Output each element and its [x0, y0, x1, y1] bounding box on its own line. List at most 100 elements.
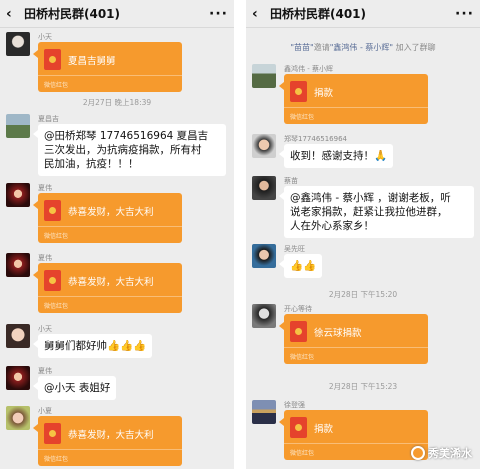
sender-name: 小夏 [38, 407, 52, 415]
message-bubble[interactable]: 舅舅们都好帅👍👍👍 [32, 334, 153, 358]
avatar[interactable] [6, 366, 30, 390]
chat-header: ‹ 田桥村民群(401) ··· [0, 0, 234, 28]
message-line: 说老家捐款，赶紧让我拉他进群， [290, 206, 448, 218]
message-bubble[interactable]: @鑫鸿伟 - 蔡小辉 ，谢谢老板，听 说老家捐款，赶紧让我拉他进群， 人在外心系… [279, 186, 474, 238]
chat-header: ‹ 田桥村民群(401) ··· [246, 0, 480, 28]
system-tail: 加入了群聊 [395, 43, 436, 52]
avatar[interactable] [6, 32, 30, 56]
red-packet[interactable]: 捐款 微信红包 [279, 74, 428, 124]
message-line: 三次发出，为抗病疫捐款，所有村 [44, 144, 202, 156]
avatar[interactable] [252, 64, 276, 88]
red-packet[interactable]: 捐款 微信红包 [279, 410, 428, 460]
avatar[interactable] [252, 134, 276, 158]
red-envelope-icon [44, 49, 61, 70]
message-line: @鑫鸿伟 - 蔡小辉 ，谢谢老板，听 [290, 192, 451, 204]
chat-message: 郑琴17746516964 收到！感谢支持！🙏 [252, 134, 474, 168]
red-envelope-icon [290, 417, 307, 438]
red-packet-label: 恭喜发财，大吉大利 [68, 430, 154, 441]
chat-title: 田桥村民群(401) [24, 7, 121, 21]
message-bubble[interactable]: @田桥郑琴 17746516964 夏昌吉 三次发出，为抗病疫捐款，所有村 民加… [33, 124, 226, 176]
red-packet-label: 恭喜发财，大吉大利 [68, 207, 154, 218]
timestamp: 2月27日 晚上18:39 [82, 98, 152, 107]
message-bubble[interactable]: @小天 表姐好 [32, 376, 117, 400]
more-dots-icon[interactable]: ··· [209, 6, 228, 22]
red-envelope-icon [44, 270, 61, 291]
inviter-name[interactable]: "苗苗" [290, 43, 313, 52]
sender-name: 夏伟 [38, 367, 52, 375]
sender-name: 徐登强 [284, 401, 305, 409]
red-packet-footer: 微信红包 [290, 354, 315, 361]
sender-name: 夏伟 [38, 184, 52, 192]
message-bubble[interactable]: 👍👍 [278, 254, 323, 278]
chat-message: 鑫鸿伟 - 蔡小辉 捐款 微信红包 [252, 64, 474, 126]
message-line: 人在外心系家乡！ [290, 220, 374, 232]
sender-name: 鑫鸿伟 - 蔡小辉 [284, 65, 333, 73]
avatar[interactable] [6, 183, 30, 207]
chevron-left-icon[interactable]: ‹ [6, 6, 20, 22]
red-packet-label: 夏昌吉舅舅 [68, 56, 116, 67]
chat-message: 夏伟 恭喜发财，大吉大利 微信红包 [6, 253, 228, 315]
chat-message: 夏伟 @小天 表姐好 [6, 366, 228, 400]
avatar[interactable] [6, 324, 30, 348]
avatar[interactable] [6, 253, 30, 277]
red-packet-footer: 微信红包 [44, 82, 69, 89]
message-line: 收到！感谢支持！🙏 [290, 150, 388, 162]
avatar[interactable] [252, 176, 276, 200]
red-packet[interactable]: 夏昌吉舅舅 微信红包 [33, 42, 182, 92]
timestamp: 2月28日 下午15:23 [328, 382, 398, 391]
sender-name: 小天 [38, 325, 52, 333]
red-packet[interactable]: 恭喜发财，大吉大利 微信红包 [33, 193, 182, 243]
left-chat-window: ‹ 田桥村民群(401) ··· 小天 夏昌吉舅舅 微信红包 2月27日 晚上1… [0, 0, 234, 469]
red-packet[interactable]: 恭喜发财，大吉大利 微信红包 [33, 416, 182, 466]
message-bubble[interactable]: 收到！感谢支持！🙏 [278, 144, 394, 168]
avatar[interactable] [6, 114, 30, 138]
chat-message: 吴先旺 👍👍 [252, 244, 474, 278]
sender-name: 吴先旺 [284, 245, 305, 253]
right-chat-window: ‹ 田桥村民群(401) ··· "苗苗"邀请"鑫鸿伟 - 蔡小辉" 加入了群聊… [246, 0, 480, 469]
sender-name: 开心等待 [284, 305, 312, 313]
red-envelope-icon [290, 321, 307, 342]
system-message: "苗苗"邀请"鑫鸿伟 - 蔡小辉" 加入了群聊 [246, 42, 480, 53]
red-packet-footer: 微信红包 [44, 303, 69, 310]
red-envelope-icon [44, 423, 61, 444]
timestamp: 2月28日 下午15:20 [328, 290, 398, 299]
avatar[interactable] [252, 244, 276, 268]
sender-name: 蔡苗 [284, 177, 298, 185]
wechat-official-logo-icon [411, 446, 425, 460]
chat-message: 小夏 恭喜发财，大吉大利 微信红包 [6, 406, 228, 468]
invitee-name[interactable]: "鑫鸿伟 - 蔡小辉" [330, 43, 393, 52]
message-line: @田桥郑琴 17746516964 夏昌吉 [44, 130, 209, 142]
red-packet-label: 捐款 [314, 424, 334, 435]
red-packet-footer: 微信红包 [290, 450, 315, 457]
avatar[interactable] [252, 304, 276, 328]
chat-message: 蔡苗 @鑫鸿伟 - 蔡小辉 ，谢谢老板，听 说老家捐款，赶紧让我拉他进群， 人在… [252, 176, 474, 238]
message-line: @小天 表姐好 [44, 382, 111, 394]
red-packet[interactable]: 徐云球捐款 微信红包 [279, 314, 428, 364]
avatar[interactable] [6, 406, 30, 430]
chat-message: 夏伟 恭喜发财，大吉大利 微信红包 [6, 183, 228, 245]
avatar[interactable] [252, 400, 276, 424]
watermark-text: 秀美浠水 [428, 447, 472, 460]
chat-message: 小天 夏昌吉舅舅 微信红包 [6, 32, 228, 94]
red-packet[interactable]: 恭喜发财，大吉大利 微信红包 [33, 263, 182, 313]
red-packet-footer: 微信红包 [290, 114, 315, 121]
more-dots-icon[interactable]: ··· [455, 6, 474, 22]
red-packet-footer: 微信红包 [44, 456, 69, 463]
message-line: 👍👍 [290, 260, 317, 272]
red-envelope-icon [44, 200, 61, 221]
sender-name: 夏伟 [38, 254, 52, 262]
message-line: 舅舅们都好帅👍👍👍 [44, 340, 147, 352]
red-envelope-icon [290, 81, 307, 102]
chat-message: 小天 舅舅们都好帅👍👍👍 [6, 324, 228, 358]
chat-message: 夏昌吉 @田桥郑琴 17746516964 夏昌吉 三次发出，为抗病疫捐款，所有… [6, 114, 228, 176]
chevron-left-icon[interactable]: ‹ [252, 6, 266, 22]
message-line: 民加油，抗疫！！！ [44, 158, 139, 170]
red-packet-label: 捐款 [314, 88, 334, 99]
sender-name: 小天 [38, 33, 52, 41]
red-packet-label: 徐云球捐款 [314, 328, 362, 339]
sender-name: 夏昌吉 [38, 115, 59, 123]
chat-message: 开心等待 徐云球捐款 微信红包 [252, 304, 474, 366]
watermark: 秀美浠水 [411, 445, 472, 461]
system-verb: 邀请 [313, 43, 330, 52]
red-packet-label: 恭喜发财，大吉大利 [68, 277, 154, 288]
